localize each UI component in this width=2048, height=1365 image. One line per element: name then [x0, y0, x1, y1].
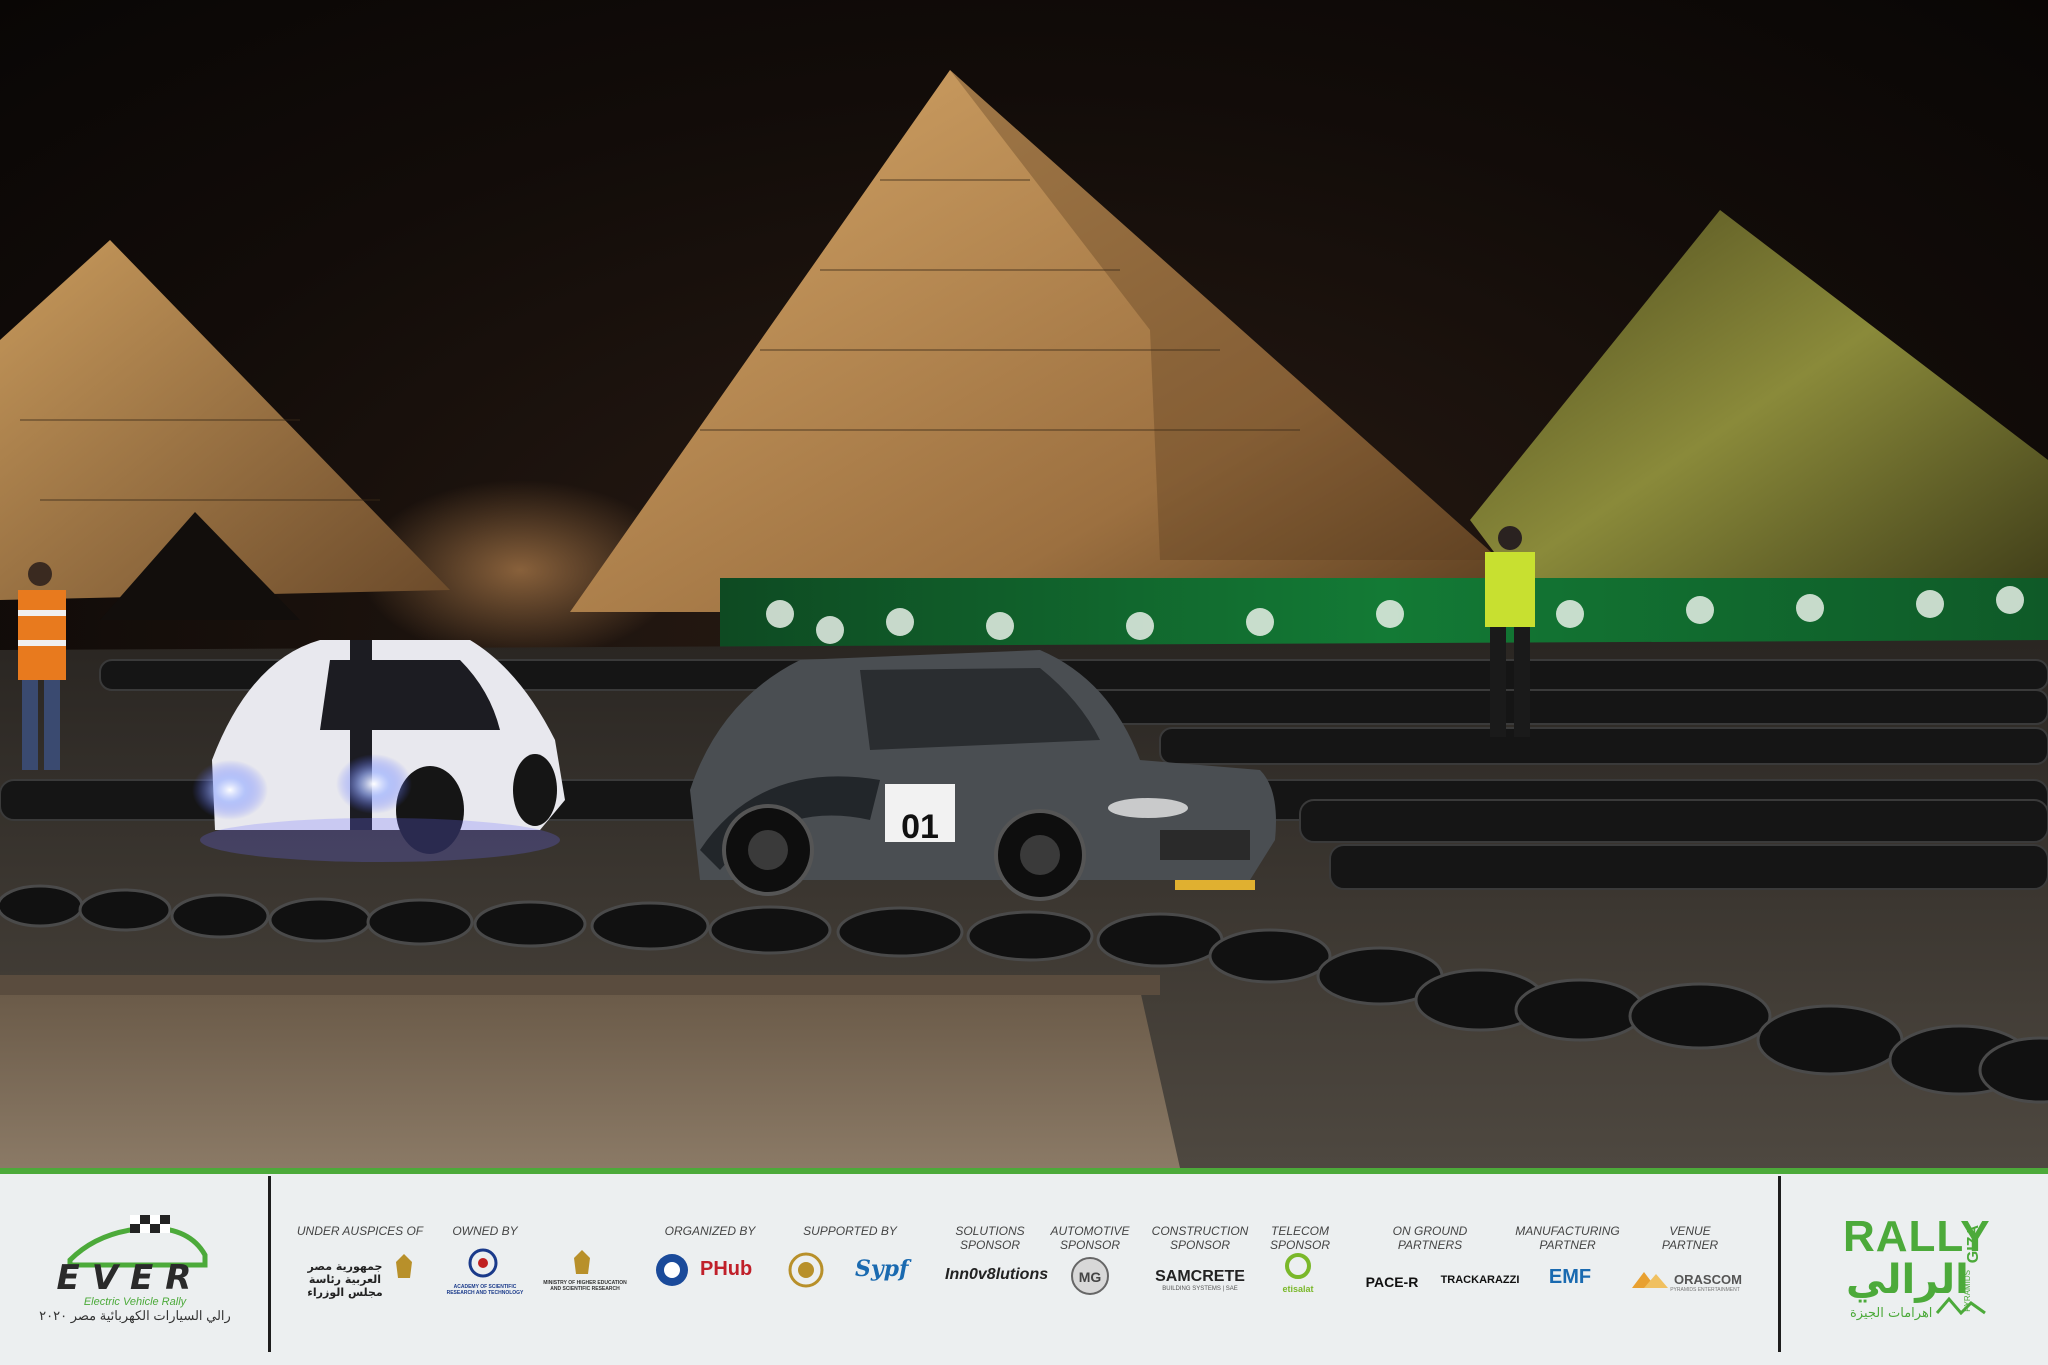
- logo-academy: ACADEMY OF SCIENTIFIC RESEARCH AND TECHN…: [446, 1284, 524, 1296]
- logo-orascom-sub: PYRAMIDS ENTERTAINMENT: [1670, 1287, 1740, 1293]
- caption-supported-by: SUPPORTED BY: [803, 1224, 897, 1238]
- logo-orascom: ORASCOM: [1674, 1272, 1742, 1287]
- caption-telecom-sponsor: TELECOM SPONSOR: [1269, 1224, 1330, 1252]
- caption-construction-sponsor: CONSTRUCTION SPONSOR: [1151, 1224, 1249, 1252]
- car-number: 01: [901, 808, 939, 846]
- etisalat-logo-icon: [1285, 1253, 1311, 1279]
- rally-subtitle-ar: اهرامات الجيزة: [1850, 1306, 1933, 1321]
- separator-left: [268, 1176, 271, 1352]
- logo-trackarazzi: TRACKARAZZI: [1440, 1274, 1520, 1286]
- logo-samcrete-sub: BUILDING SYSTEMS | SAE: [1162, 1286, 1238, 1292]
- mg-logo-icon: MG: [1071, 1257, 1109, 1295]
- rally-pyramids-icon: [1935, 1296, 1986, 1315]
- svg-text:MG: MG: [1079, 1269, 1102, 1285]
- supporter-seal-icon: [788, 1252, 824, 1288]
- organizer-emblem-icon: [656, 1254, 688, 1286]
- caption-on-ground-partners: ON GROUND PARTNERS: [1392, 1224, 1468, 1252]
- logo-phub: PHub: [700, 1258, 753, 1280]
- logo-etisalat: etisalat: [1282, 1284, 1314, 1294]
- caption-manufacturing-partner: MANUFACTURING PARTNER: [1515, 1224, 1620, 1252]
- sand-patch: [0, 990, 1180, 1168]
- night-rally-photo: 01: [0, 0, 2048, 1168]
- caption-automotive-sponsor: AUTOMOTIVE SPONSOR: [1050, 1224, 1130, 1252]
- logo-emf: EMF: [1548, 1266, 1592, 1288]
- caption-venue-partner: VENUE PARTNER: [1661, 1224, 1719, 1252]
- logo-ministry: MINISTRY OF HIGHER EDUCATION AND SCIENTI…: [543, 1280, 627, 1292]
- ever-subtitle: Electric Vehicle Rally: [83, 1296, 187, 1308]
- rally-giza: GIZA: [1965, 1225, 1982, 1264]
- academy-emblem-icon: [468, 1248, 498, 1278]
- egypt-eagle-icon: [396, 1254, 412, 1278]
- caption-auspices: UNDER AUSPICES OF: [296, 1224, 424, 1238]
- ever-word: EVER: [56, 1258, 204, 1298]
- egypt-eagle-icon-2: [574, 1250, 590, 1274]
- logo-pacer: PACE-R: [1365, 1274, 1419, 1290]
- separator-right: [1778, 1176, 1781, 1352]
- caption-solutions-sponsor: SOLUTIONS SPONSOR: [955, 1224, 1025, 1252]
- logo-sypf: Sypf: [855, 1256, 909, 1282]
- logo-egypt-cabinet: جمهورية مصر العربية رئاسة مجلس الوزراء: [307, 1260, 383, 1299]
- logo-samcrete: SAMCRETE: [1155, 1268, 1245, 1285]
- photo-with-banner: 01 EVER Electric Vehicle Rally رالي السي…: [0, 0, 2048, 1365]
- logo-innovations: Inn0v8lutions: [945, 1266, 1049, 1283]
- caption-owned-by: OWNED BY: [452, 1224, 518, 1238]
- caption-organized-by: ORGANIZED BY: [664, 1224, 756, 1238]
- ever-arabic: رالي السيارات الكهربائية مصر ٢٠٢٠: [39, 1308, 231, 1323]
